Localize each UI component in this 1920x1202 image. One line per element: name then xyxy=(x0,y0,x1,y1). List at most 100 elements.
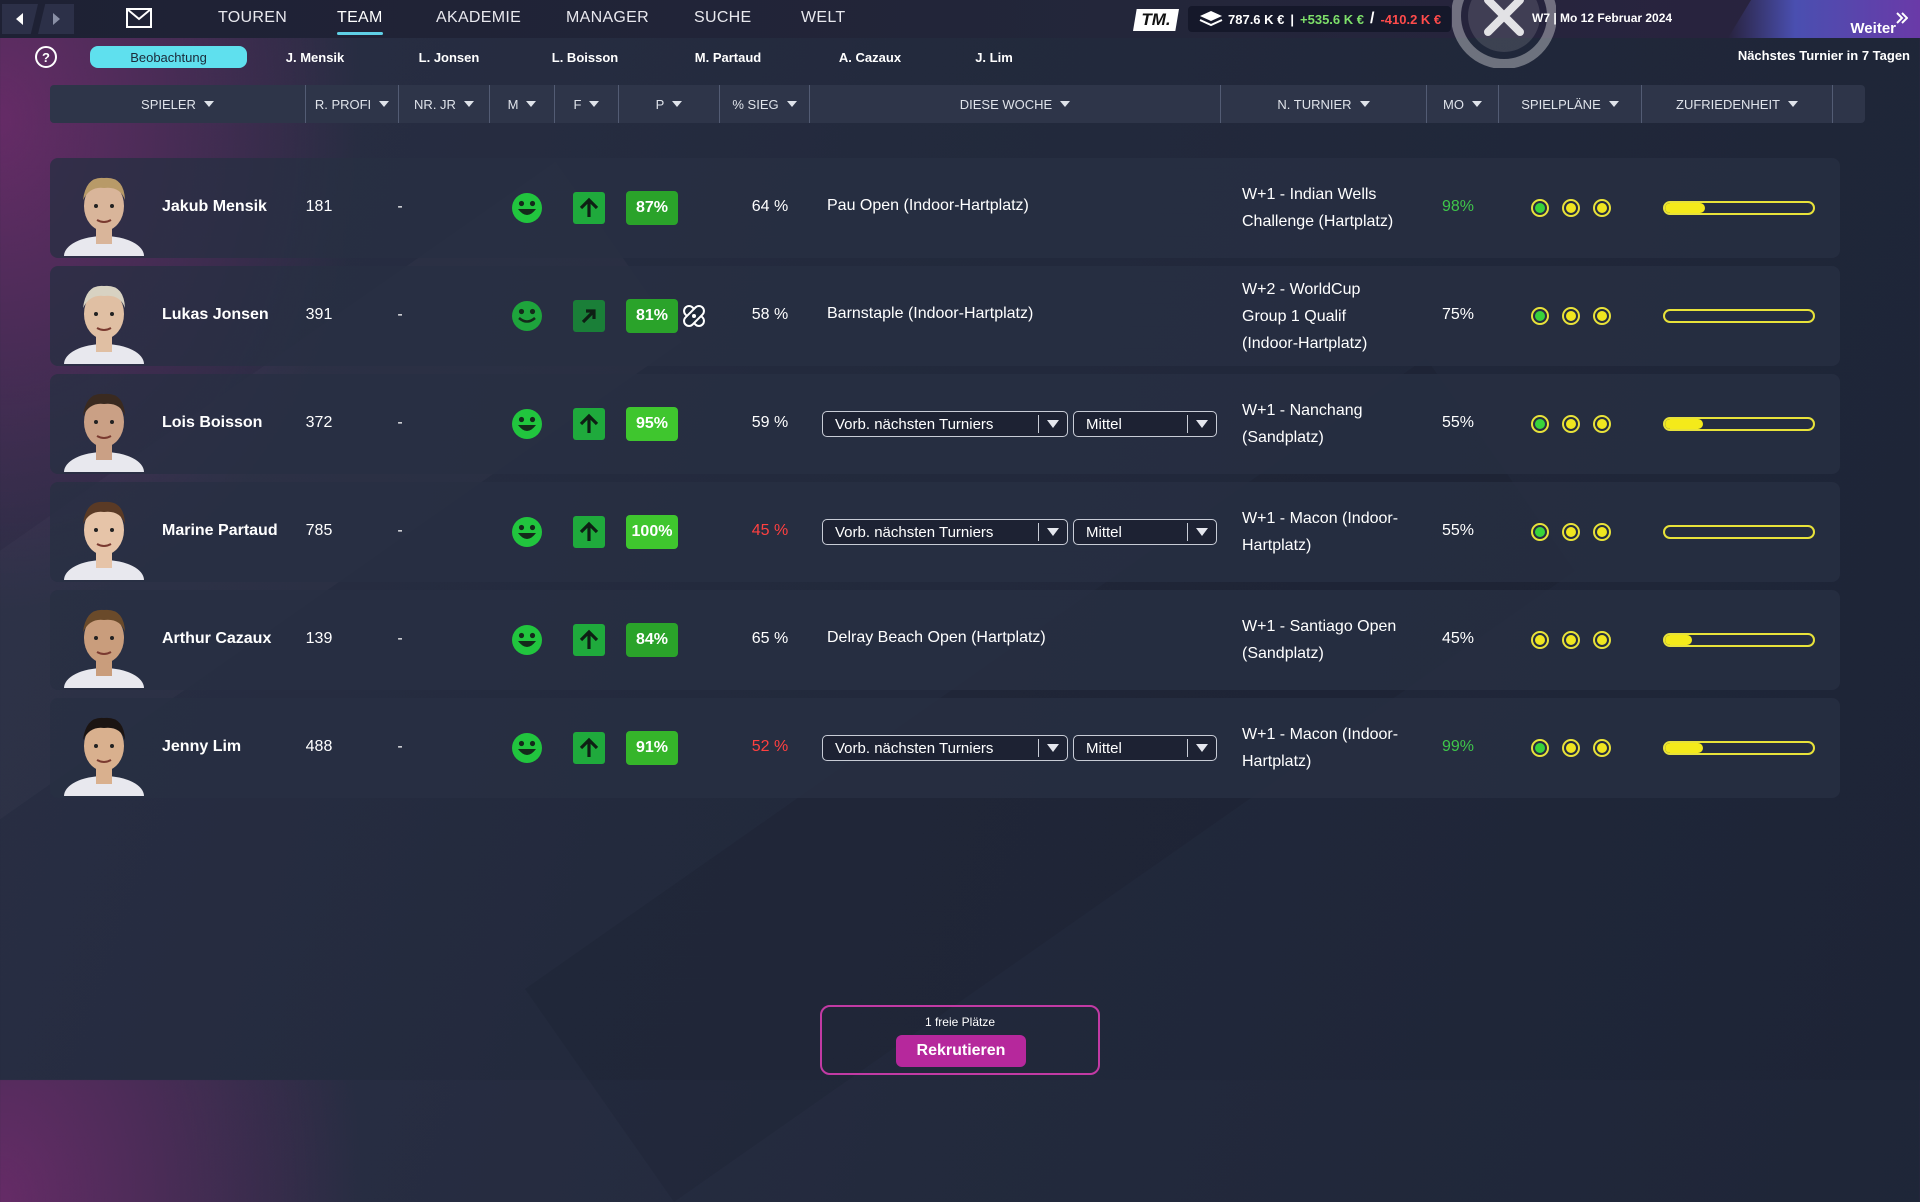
balance: 787.6 K € xyxy=(1228,11,1285,27)
next-tournament[interactable]: W+1 - Indian Wells Challenge (Hartplatz) xyxy=(1242,181,1393,235)
schedule-status-dot xyxy=(1562,199,1580,217)
subtab-j-lim[interactable]: J. Lim xyxy=(949,46,1039,68)
player-name[interactable]: Lukas Jonsen xyxy=(162,306,269,324)
schedule-status-dot xyxy=(1562,631,1580,649)
chevron-down-icon xyxy=(1187,523,1216,541)
next-tournament[interactable]: W+1 - Santiago Open (Sandplatz) xyxy=(1242,613,1396,667)
nav-tab-manager[interactable]: MANAGER xyxy=(566,9,649,27)
chevron-down-icon xyxy=(1038,739,1067,757)
schedule-indicators[interactable] xyxy=(1531,523,1611,541)
player-name[interactable]: Jakub Mensik xyxy=(162,198,267,216)
next-tournament-line: Hartplatz) xyxy=(1242,537,1312,554)
chevron-down-icon xyxy=(1187,415,1216,433)
subtab-a-cazaux[interactable]: A. Cazaux xyxy=(825,46,915,68)
schedule-status-dot xyxy=(1593,307,1611,325)
table-row[interactable]: Arthur Cazaux 139 - 84% 65 % Delray Beach Op… xyxy=(50,590,1840,690)
player-name[interactable]: Marine Partaud xyxy=(162,522,278,540)
column-header-physical[interactable]: P xyxy=(619,85,720,123)
column-label: M xyxy=(507,96,519,112)
intensity-select[interactable]: Mittel xyxy=(1073,519,1217,545)
table-row[interactable]: Lukas Jonsen 391 - 81% 58 % Barnstaple (Ind… xyxy=(50,266,1840,366)
sort-caret-icon xyxy=(526,101,537,107)
close-button[interactable] xyxy=(1452,0,1556,68)
this-week-tournament[interactable]: Pau Open (Indoor-Hartplatz) xyxy=(827,197,1029,215)
help-icon[interactable]: ? xyxy=(35,46,57,68)
this-week-tournament[interactable]: Barnstaple (Indoor-Hartplatz) xyxy=(827,305,1033,323)
this-week-tournament[interactable]: Delray Beach Open (Hartplatz) xyxy=(827,629,1046,647)
arrow-up-right-icon xyxy=(581,309,596,324)
schedule-indicators[interactable] xyxy=(1531,199,1611,217)
column-header-satisfaction[interactable]: ZUFRIEDENHEIT xyxy=(1642,85,1833,123)
sort-caret-icon xyxy=(589,101,600,107)
column-header-form[interactable]: F xyxy=(555,85,619,123)
column-label: F xyxy=(573,96,582,112)
schedule-indicators[interactable] xyxy=(1531,415,1611,433)
sort-caret-icon xyxy=(203,101,214,107)
satisfaction-fill xyxy=(1665,419,1704,429)
player-name[interactable]: Jenny Lim xyxy=(162,738,241,756)
nav-tab-label: TEAM xyxy=(337,9,383,26)
back-button[interactable] xyxy=(2,4,38,34)
column-label: DIESE WOCHE xyxy=(959,96,1053,112)
column-header-win-pct[interactable]: % SIEG xyxy=(720,85,810,123)
column-header-this-week[interactable]: DIESE WOCHE xyxy=(810,85,1221,123)
next-tournament[interactable]: W+2 - WorldCup Group 1 Qualif (Indoor-Hart… xyxy=(1242,276,1367,357)
physical-badge: 95% xyxy=(626,407,678,441)
schedule-indicators[interactable] xyxy=(1531,739,1611,757)
subtab-beobachtung[interactable]: Beobachtung xyxy=(90,46,247,68)
nav-tab-akademie[interactable]: AKADEMIE xyxy=(436,9,521,27)
subtab-l-jonsen[interactable]: L. Jonsen xyxy=(404,46,494,68)
tm-logo: TM. xyxy=(1133,9,1179,31)
table-row[interactable]: Jenny Lim 488 - 91% 52 % Vorb. nächsten Tur… xyxy=(50,698,1840,798)
column-header-spieler[interactable]: SPIELER xyxy=(50,85,306,123)
junior-rank: - xyxy=(397,414,403,431)
tournament-plan-select[interactable]: Vorb. nächsten Turniers xyxy=(822,519,1068,545)
nav-tab-suche[interactable]: SUCHE xyxy=(694,9,752,27)
mo-value: 98% xyxy=(1441,198,1475,215)
finance-display[interactable]: 787.6 K € | +535.6 K € / -410.2 K € xyxy=(1188,6,1452,32)
next-tournament[interactable]: W+1 - Macon (Indoor- Hartplatz) xyxy=(1242,505,1398,559)
nav-tab-welt[interactable]: WELT xyxy=(801,9,845,27)
continue-label: Weiter xyxy=(1850,20,1896,37)
column-header-next-tournament[interactable]: N. TURNIER xyxy=(1221,85,1427,123)
next-tournament-line: Challenge (Hartplatz) xyxy=(1242,213,1394,230)
player-name[interactable]: Arthur Cazaux xyxy=(162,630,271,648)
physical-badge: 84% xyxy=(626,623,678,657)
nav-tab-touren[interactable]: TOUREN xyxy=(218,9,287,27)
column-header-mo[interactable]: MO xyxy=(1427,85,1499,123)
player-name[interactable]: Lois Boisson xyxy=(162,414,262,432)
form-indicator xyxy=(573,192,605,224)
top-navigation-bar: TOUREN TEAM AKADEMIE MANAGER SUCHE WELT … xyxy=(0,0,1920,38)
table-row[interactable]: Jakub Mensik 181 - 87% 64 % Pau Open (Indoor… xyxy=(50,158,1840,258)
table-row[interactable]: Marine Partaud 785 - 100% 45 % Vorb. nächst… xyxy=(50,482,1840,582)
subtab-l-boisson[interactable]: L. Boisson xyxy=(540,46,630,68)
subtab-m-partaud[interactable]: M. Partaud xyxy=(683,46,773,68)
recruit-button[interactable]: Rekrutieren xyxy=(896,1035,1026,1067)
column-header-junior[interactable]: NR. JR xyxy=(399,85,490,123)
table-row[interactable]: Lois Boisson 372 - 95% 59 % Vorb. nächsten … xyxy=(50,374,1840,474)
mail-button[interactable] xyxy=(126,8,152,33)
schedule-indicators[interactable] xyxy=(1531,631,1611,649)
tournament-plan-select[interactable]: Vorb. nächsten Turniers xyxy=(822,735,1068,761)
schedule-indicators[interactable] xyxy=(1531,307,1611,325)
avatar xyxy=(64,609,144,688)
forward-button[interactable] xyxy=(38,4,74,34)
form-indicator xyxy=(573,408,605,440)
tournament-plan-select[interactable]: Vorb. nächsten Turniers xyxy=(822,411,1068,437)
column-header-mood[interactable]: M xyxy=(490,85,555,123)
intensity-select[interactable]: Mittel xyxy=(1073,735,1217,761)
nav-tab-team[interactable]: TEAM xyxy=(337,9,383,35)
next-tournament[interactable]: W+1 - Nanchang (Sandplatz) xyxy=(1242,397,1363,451)
column-header-schedules[interactable]: SPIELPLÄNE xyxy=(1499,85,1642,123)
subtab-j-mensik[interactable]: J. Mensik xyxy=(270,46,360,68)
continue-button[interactable]: Weiter xyxy=(1728,0,1920,38)
junior-rank: - xyxy=(397,306,403,323)
avatar xyxy=(64,717,144,796)
next-tournament[interactable]: W+1 - Macon (Indoor- Hartplatz) xyxy=(1242,721,1398,775)
intensity-select[interactable]: Mittel xyxy=(1073,411,1217,437)
separator: / xyxy=(1369,10,1375,27)
form-indicator xyxy=(573,300,605,332)
form-indicator xyxy=(573,624,605,656)
satisfaction-fill xyxy=(1665,743,1704,753)
column-header-rank[interactable]: R. PROFI xyxy=(306,85,399,123)
